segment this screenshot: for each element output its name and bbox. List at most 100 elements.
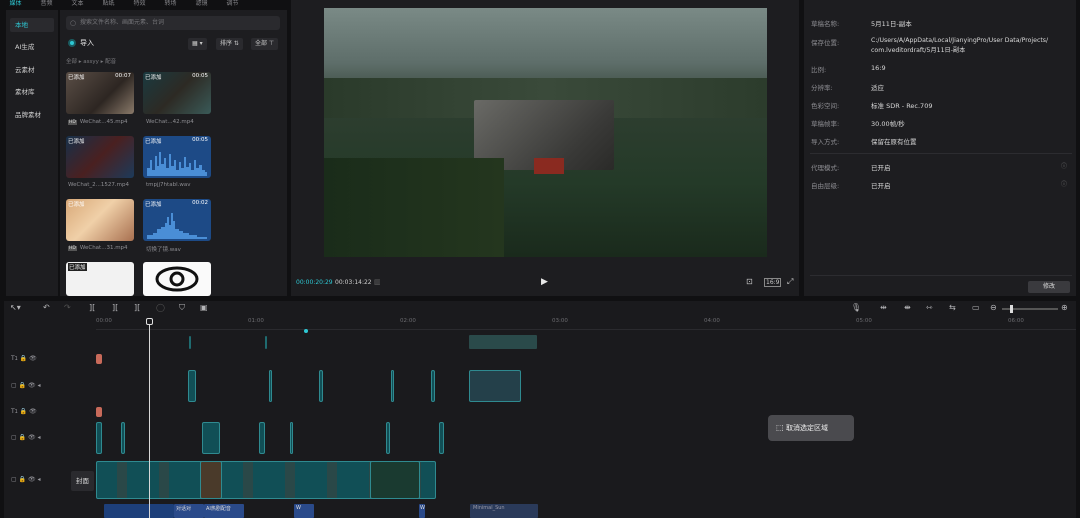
play-button[interactable]: ▶ — [541, 277, 548, 287]
audio-clip[interactable]: Minimal_Sun — [470, 504, 538, 518]
track-clip[interactable] — [469, 335, 537, 349]
top-tab[interactable]: 特效 — [124, 0, 155, 8]
shield-icon[interactable]: ⛉ — [179, 303, 185, 313]
added-badge: 已添加 — [68, 75, 85, 81]
top-tab[interactable]: 文本 — [62, 0, 93, 8]
link-icon[interactable]: ⇹ — [880, 303, 887, 312]
info-icon[interactable]: ⓘ — [1061, 161, 1067, 170]
cover-button[interactable]: 封面 — [71, 471, 94, 491]
video-clip[interactable] — [439, 422, 444, 454]
total-time: 00:03:14:22 — [335, 279, 372, 286]
undo-icon[interactable]: ↶ — [43, 303, 50, 312]
video-clip[interactable] — [431, 370, 435, 402]
top-tab[interactable]: 转场 — [155, 0, 186, 8]
sidebar-item-brand[interactable]: 品牌素材 — [10, 108, 54, 122]
zoom-out-icon[interactable]: ⊖ — [990, 303, 997, 312]
video-clip[interactable] — [96, 422, 102, 454]
time-ruler[interactable]: 00:00 01:00 02:00 03:00 04:00 05:00 06:0… — [4, 318, 1076, 329]
image-icon[interactable]: ▣ — [200, 303, 208, 312]
fullscreen-icon[interactable]: ⤢ — [787, 277, 793, 287]
import-label: 导入 — [80, 39, 94, 47]
split-right-icon[interactable]: ][ — [134, 303, 140, 312]
prop-value: 5月11日-副本 — [871, 20, 912, 28]
sort-button[interactable]: 排序 ⇅ — [216, 38, 243, 50]
media-item[interactable]: 已添加 00:05 — [143, 72, 211, 114]
top-tab[interactable]: 贴纸 — [93, 0, 124, 8]
track-clip[interactable] — [265, 336, 267, 349]
deselect-region-toast[interactable]: ⬚ 取消选定区域 — [768, 415, 854, 441]
duration: 00:02 — [192, 200, 208, 206]
video-clip[interactable] — [290, 422, 293, 454]
media-item[interactable]: 已添加 00:05 — [143, 136, 211, 178]
info-icon[interactable]: ⓘ — [1061, 179, 1067, 188]
ratio-button[interactable]: 16:9 — [764, 278, 782, 287]
audio-clip[interactable]: 对话对 — [174, 504, 204, 518]
preview-axis-icon[interactable]: ⇆ — [949, 303, 956, 312]
video-clip[interactable] — [202, 422, 220, 454]
audio-clip[interactable] — [104, 504, 174, 518]
modify-button[interactable]: 修改 — [1028, 281, 1070, 293]
video-clip[interactable] — [469, 370, 521, 402]
video-clip[interactable] — [319, 370, 323, 402]
video-clip[interactable] — [269, 370, 272, 402]
text-clip[interactable] — [96, 407, 102, 417]
video-clip[interactable] — [259, 422, 265, 454]
sidebar-item-library[interactable]: 素材库 — [10, 85, 54, 99]
view-toggle-button[interactable]: ▦ ▾ — [188, 38, 207, 50]
timeline-grid-icon[interactable]: ▥ — [374, 278, 381, 286]
media-item[interactable]: 已添加 — [66, 199, 134, 241]
caption-icon[interactable]: ▭ — [972, 303, 980, 312]
video-clip[interactable] — [121, 422, 125, 454]
split-left-icon[interactable]: ][ — [112, 303, 118, 312]
search-input[interactable]: 搜索文件名称、画面元素、台词 — [66, 16, 280, 30]
video-track-header[interactable]: ▢ 🔒 👁 ◂ — [11, 382, 41, 389]
prop-label: 保存位置: — [811, 39, 840, 47]
marker-dot[interactable] — [304, 329, 308, 333]
audio-clip[interactable]: W — [419, 504, 425, 518]
top-tab[interactable]: 滤镜 — [186, 0, 217, 8]
video-clip[interactable] — [370, 461, 420, 499]
audio-clip[interactable]: AI热剧配音 — [204, 504, 244, 518]
sidebar-item-ai[interactable]: AI生成 — [10, 40, 54, 54]
playhead-handle[interactable] — [146, 318, 153, 325]
track-clip[interactable] — [189, 336, 191, 349]
redo-icon[interactable]: ↷ — [64, 303, 71, 312]
video-clip[interactable] — [391, 370, 394, 402]
media-item[interactable] — [143, 262, 211, 296]
zoom-fit-icon[interactable]: ⊕ — [1061, 303, 1068, 312]
snap-icon[interactable]: ⇼ — [904, 303, 911, 312]
focus-icon[interactable]: ⊡ — [746, 277, 753, 286]
import-button[interactable]: 导入 — [68, 38, 94, 48]
sidebar-item-cloud[interactable]: 云素材 — [10, 63, 54, 77]
media-item[interactable]: 已添加 — [66, 136, 134, 178]
select-tool-icon[interactable]: ↖▾ — [10, 303, 21, 312]
video-clip[interactable] — [200, 461, 222, 499]
media-item[interactable]: 已添加 00:07 — [66, 72, 134, 114]
top-tab[interactable]: 调节 — [217, 0, 248, 8]
video-track-header[interactable]: ▢ 🔒 👁 ◂ — [11, 434, 41, 441]
align-icon[interactable]: ⇿ — [926, 303, 933, 312]
microphone-icon[interactable]: 🎙 — [851, 303, 861, 312]
text-track-header[interactable]: T1 🔒 👁 — [11, 408, 37, 415]
top-tab[interactable]: 媒体 — [0, 0, 31, 8]
split-icon[interactable]: ][ — [89, 303, 95, 312]
video-clip[interactable] — [188, 370, 196, 402]
playhead[interactable] — [149, 318, 150, 518]
audio-clip[interactable]: W — [294, 504, 314, 518]
text-track-header[interactable]: T1 🔒 👁 — [11, 355, 37, 362]
media-item[interactable]: 已添加 — [66, 262, 134, 296]
media-item-name: 切换了镜.wav — [146, 247, 181, 253]
text-clip[interactable] — [96, 354, 102, 364]
filter-button[interactable]: 全部 ⊤ — [251, 38, 279, 50]
zoom-slider[interactable] — [1002, 305, 1058, 313]
ruler-label: 01:00 — [248, 318, 264, 324]
video-preview[interactable] — [324, 8, 767, 257]
top-tab[interactable]: 音频 — [31, 0, 62, 8]
sidebar-item-local[interactable]: 本地 — [10, 18, 54, 32]
prop-label: 比例: — [811, 66, 827, 74]
main-track-header[interactable]: ▢ 🔒 👁 ◂ — [11, 476, 41, 483]
delete-icon[interactable]: ◯ — [156, 303, 165, 312]
video-clip[interactable] — [386, 422, 390, 454]
prop-value: 标准 SDR - Rec.709 — [871, 102, 933, 110]
media-item[interactable]: 已添加 00:02 — [143, 199, 211, 241]
